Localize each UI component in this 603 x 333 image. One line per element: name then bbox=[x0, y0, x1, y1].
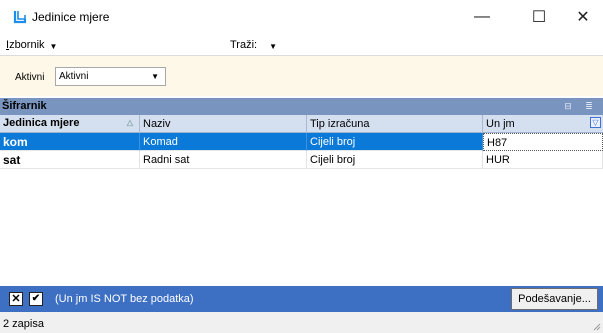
menu-izbornik-label: zbornik bbox=[9, 39, 45, 51]
app-icon bbox=[13, 11, 27, 24]
menu-trazi-label: Traži: bbox=[230, 39, 258, 51]
sort-ascending-icon: △ bbox=[126, 118, 133, 127]
cell-tip-izracuna[interactable]: Cijeli broj bbox=[307, 133, 483, 151]
close-button[interactable]: ✕ bbox=[563, 5, 603, 29]
cell-jedinica[interactable]: sat bbox=[0, 151, 140, 169]
collapse-icon[interactable]: ⊟ bbox=[562, 100, 574, 112]
window-title: Jedinice mjere bbox=[32, 10, 110, 24]
menu-izbornik[interactable]: Izbornik ▼ bbox=[6, 39, 57, 51]
column-header-label: Tip izračuna bbox=[310, 118, 370, 130]
minimize-button[interactable]: — bbox=[462, 5, 502, 29]
cell-jedinica[interactable]: kom bbox=[0, 133, 140, 151]
chevron-down-icon: ▼ bbox=[49, 42, 58, 51]
grid-caption-bar: Šifrarnik ⊟ ≣ bbox=[0, 98, 603, 115]
filter-footer: ✕ ✔ (Un jm IS NOT bez podatka) Podešavan… bbox=[0, 286, 603, 312]
settings-button[interactable]: Podešavanje... bbox=[511, 288, 598, 310]
maximize-button[interactable]: ☐ bbox=[519, 5, 559, 29]
active-filter-label: Aktivni bbox=[15, 72, 45, 83]
status-bar: 2 zapisa bbox=[0, 312, 603, 333]
grid-title: Šifrarnik bbox=[2, 100, 47, 112]
table-row[interactable]: kom Komad Cijeli broj H87 bbox=[0, 133, 603, 151]
column-header-label: Naziv bbox=[143, 118, 171, 130]
filter-expression[interactable]: (Un jm IS NOT bez podatka) bbox=[55, 293, 194, 305]
resize-grip-icon[interactable] bbox=[591, 321, 601, 331]
column-header-label: Jedinica mjere bbox=[3, 117, 80, 129]
cell-un-jm[interactable]: HUR bbox=[483, 151, 603, 169]
record-count: 2 zapisa bbox=[3, 318, 44, 330]
menu-trazi[interactable]: Traži: ▼ bbox=[230, 39, 277, 51]
columns-icon[interactable]: ≣ bbox=[583, 100, 595, 112]
active-filter-value: Aktivni bbox=[59, 71, 89, 82]
column-header-label: Un jm bbox=[486, 118, 515, 130]
clear-filter-icon[interactable]: ✕ bbox=[9, 292, 23, 306]
column-headers: Jedinica mjere △ Naziv Tip izračuna Un j… bbox=[0, 115, 603, 133]
enable-filter-checkbox[interactable]: ✔ bbox=[29, 292, 43, 306]
column-header-jedinica[interactable]: Jedinica mjere △ bbox=[0, 115, 140, 133]
filter-icon[interactable]: ▽ bbox=[590, 117, 601, 128]
chevron-down-icon: ▼ bbox=[269, 42, 278, 51]
cell-un-jm[interactable]: H87 bbox=[483, 133, 603, 151]
filter-panel: Aktivni Aktivni ▼ bbox=[0, 56, 603, 96]
cell-tip-izracuna[interactable]: Cijeli broj bbox=[307, 151, 483, 169]
active-filter-select[interactable]: Aktivni ▼ bbox=[55, 67, 166, 86]
column-header-tip-izracuna[interactable]: Tip izračuna bbox=[307, 115, 483, 133]
cell-naziv[interactable]: Komad bbox=[140, 133, 307, 151]
column-header-naziv[interactable]: Naziv bbox=[140, 115, 307, 133]
chevron-down-icon: ▼ bbox=[151, 72, 159, 81]
column-header-un-jm[interactable]: Un jm ▽ bbox=[483, 115, 603, 133]
menu-bar: Izbornik ▼ Traži: ▼ bbox=[0, 34, 603, 56]
table-row[interactable]: sat Radni sat Cijeli broj HUR bbox=[0, 151, 603, 169]
title-bar: Jedinice mjere — ☐ ✕ bbox=[0, 0, 603, 34]
cell-naziv[interactable]: Radni sat bbox=[140, 151, 307, 169]
